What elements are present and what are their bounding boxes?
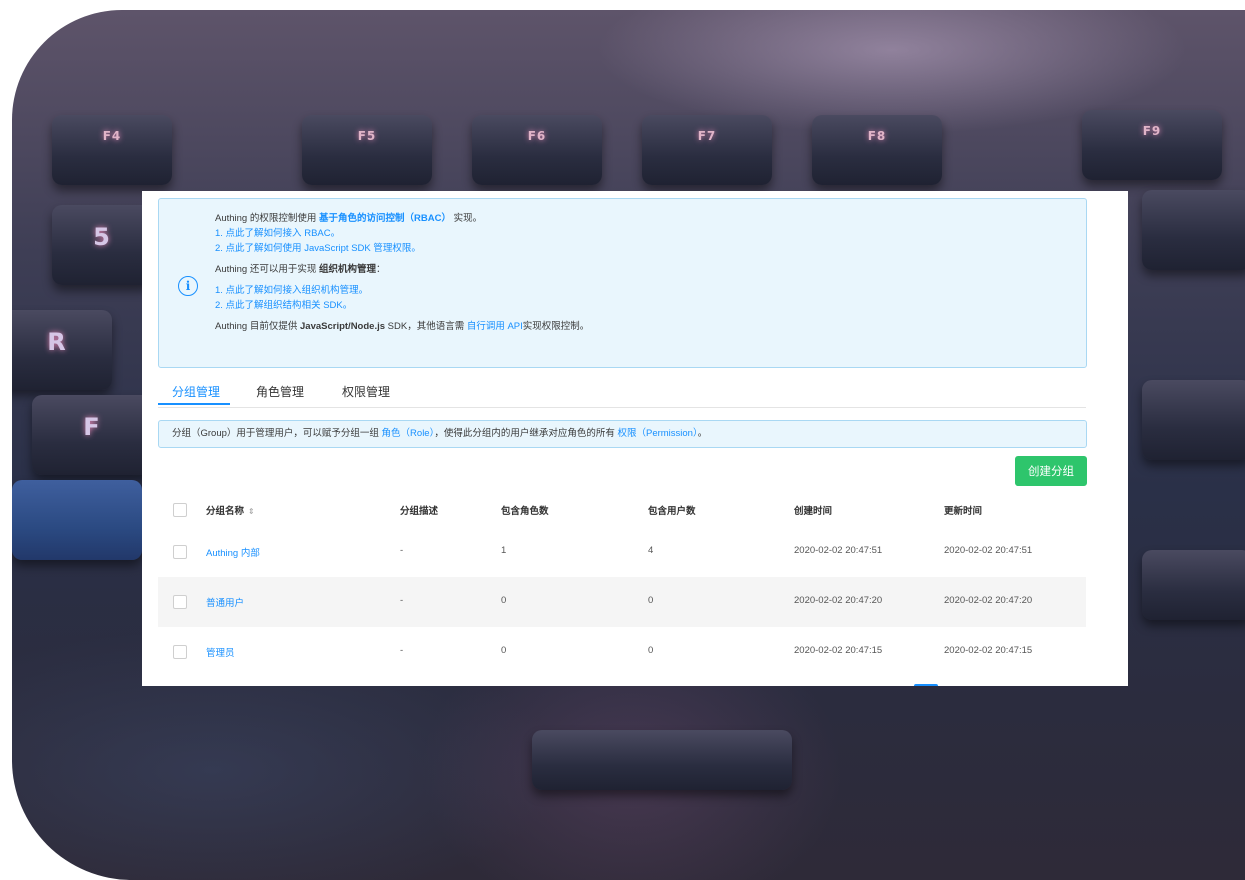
tab-group-management[interactable]: 分组管理 [172,383,220,400]
column-header-created: 创建时间 [794,506,833,517]
column-header-name[interactable]: 分组名称 ⇕ [206,503,255,517]
create-group-button[interactable]: 创建分组 [1015,456,1087,486]
active-tab-indicator [158,403,230,405]
rbac-info-alert: i Authing 的权限控制使用 基于角色的访问控制（RBAC） 实现。 1.… [158,198,1087,368]
keycap [12,480,142,560]
keycap: F6 [472,115,602,185]
keycap: R [12,310,112,390]
org-guide-link[interactable]: 1. 点此了解如何接入组织机构管理。 [215,283,589,298]
pagination-current-page[interactable] [914,684,938,686]
group-info-bar: 分组（Group）用于管理用户，可以赋予分组一组 角色（Role），使得此分组内… [158,420,1087,448]
alert-line: Authing 目前仅提供 JavaScript/Node.js SDK，其他语… [215,321,590,332]
info-circle-icon: i [178,276,198,296]
select-all-checkbox[interactable] [173,503,187,517]
created-time: 2020-02-02 20:47:15 [794,645,883,656]
group-name-link[interactable]: Authing 内部 [206,545,260,559]
org-sdk-link[interactable]: 2. 点此了解组织结构相关 SDK。 [215,298,589,313]
role-count: 0 [501,595,507,606]
column-header-user-count: 包含用户数 [648,506,696,517]
user-count: 4 [648,545,654,556]
column-header-role-count: 包含角色数 [501,506,549,517]
keycap: F8 [812,115,942,185]
group-description: - [400,645,404,656]
role-count: 0 [501,645,507,656]
table-header: 分组名称 ⇕ 分组描述 包含角色数 包含用户数 创建时间 更新时间 [158,491,1086,527]
keycap: F5 [302,115,432,185]
updated-time: 2020-02-02 20:47:20 [944,595,1033,606]
keycap: F7 [642,115,772,185]
keycap: F4 [52,115,172,185]
keycap [1142,380,1245,460]
row-checkbox[interactable] [173,595,187,609]
sort-icon[interactable]: ⇕ [248,507,255,516]
created-time: 2020-02-02 20:47:51 [794,545,883,556]
user-count: 0 [648,595,654,606]
table-row[interactable]: 普通用户 - 0 0 2020-02-02 20:47:20 2020-02-0… [158,577,1086,627]
group-description: - [400,545,404,556]
tab-role-management[interactable]: 角色管理 [256,383,304,400]
api-link[interactable]: 自行调用 API [467,321,523,332]
js-sdk-guide-link[interactable]: 2. 点此了解如何使用 JavaScript SDK 管理权限。 [215,241,589,256]
alert-line: Authing 的权限控制使用 基于角色的访问控制（RBAC） 实现。 [215,213,483,224]
group-description: - [400,595,404,606]
rbac-link[interactable]: 基于角色的访问控制（RBAC） [319,213,451,224]
permission-link[interactable]: 权限（Permission） [617,428,697,439]
tab-permission-management[interactable]: 权限管理 [342,383,390,400]
updated-time: 2020-02-02 20:47:51 [944,545,1033,556]
alert-line: Authing 还可以用于实现 组织机构管理： [215,264,386,275]
column-header-updated: 更新时间 [944,506,983,517]
created-time: 2020-02-02 20:47:20 [794,595,883,606]
rbac-guide-link[interactable]: 1. 点此了解如何接入 RBAC。 [215,226,589,241]
updated-time: 2020-02-02 20:47:15 [944,645,1033,656]
keycap: F9 [1082,110,1222,180]
groups-panel: i Authing 的权限控制使用 基于角色的访问控制（RBAC） 实现。 1.… [142,191,1128,686]
keycap [532,730,792,790]
user-count: 0 [648,645,654,656]
table-row[interactable]: 管理员 - 0 0 2020-02-02 20:47:15 2020-02-02… [158,627,1086,677]
keycap: 5 [52,205,152,285]
role-count: 1 [501,545,507,556]
role-link[interactable]: 角色（Role） [382,428,435,439]
table-row[interactable]: Authing 内部 - 1 4 2020-02-02 20:47:51 202… [158,527,1086,577]
column-header-description: 分组描述 [400,506,439,517]
tab-bar: 分组管理 角色管理 权限管理 [158,377,1086,408]
row-checkbox[interactable] [173,645,187,659]
keycap [1142,550,1245,620]
group-name-link[interactable]: 普通用户 [206,595,244,609]
keycap: F [32,395,152,475]
keycap [1142,190,1245,270]
group-name-link[interactable]: 管理员 [206,645,235,659]
row-checkbox[interactable] [173,545,187,559]
